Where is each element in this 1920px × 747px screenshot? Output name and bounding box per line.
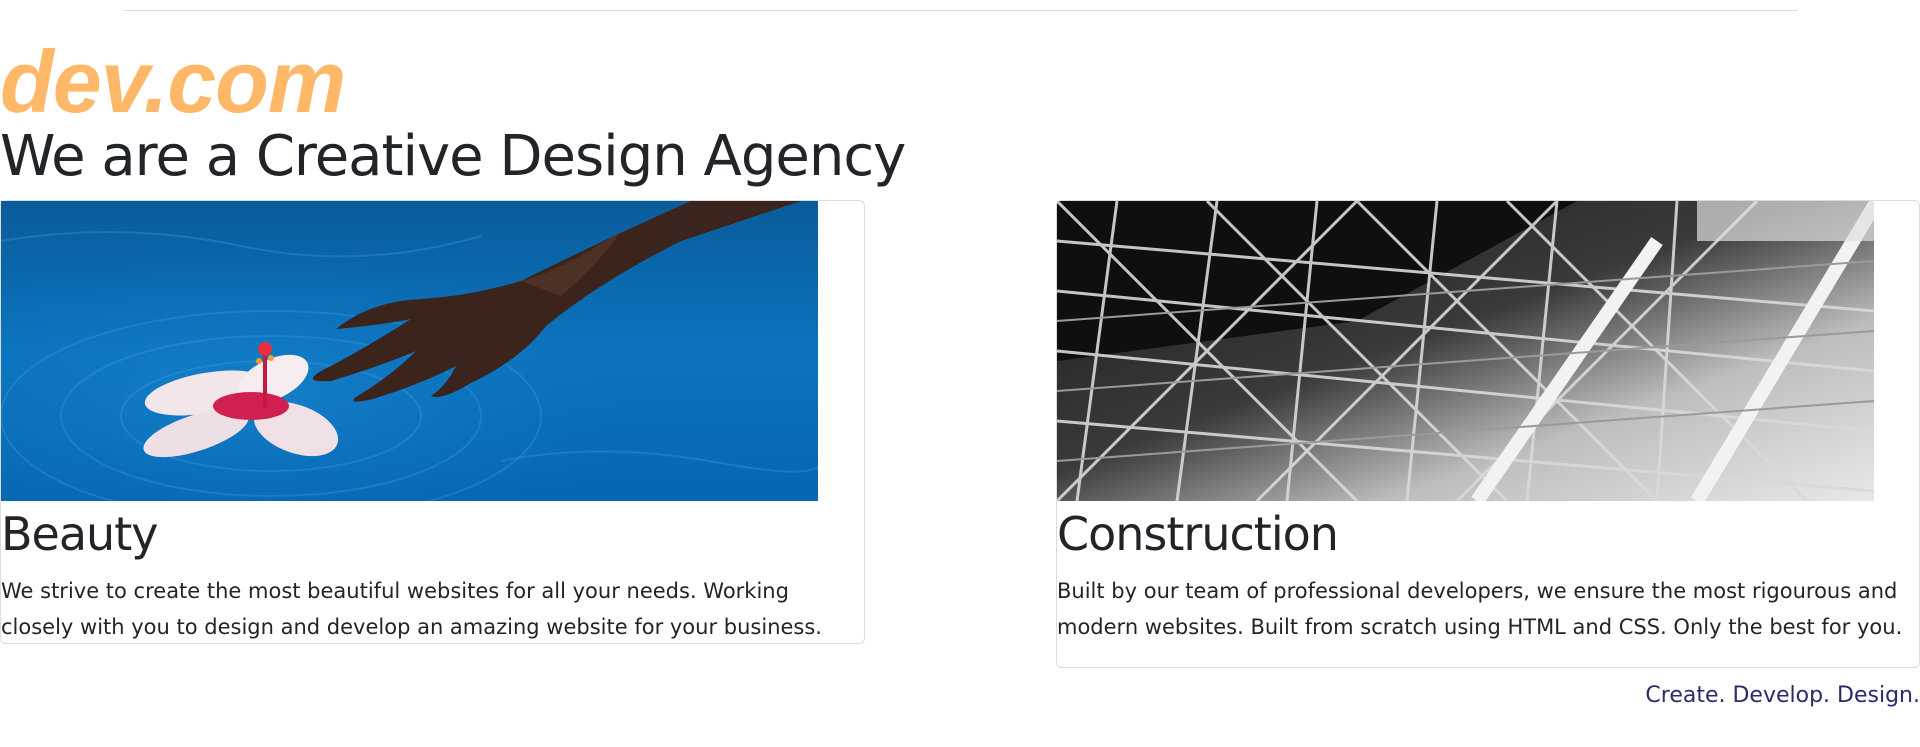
card-title: Construction (1057, 507, 1339, 561)
top-divider (123, 10, 1798, 11)
page: dev.com We are a Creative Design Agency (0, 0, 1920, 747)
footer-tagline: Create. Develop. Design. (1645, 683, 1920, 708)
card-construction: Construction Built by our team of profes… (1056, 200, 1920, 668)
card-text: Built by our team of professional develo… (1057, 579, 1903, 639)
brand-logo[interactable]: dev.com (0, 32, 346, 132)
card-title: Beauty (1, 507, 158, 561)
construction-image (1057, 201, 1874, 501)
card-beauty: Beauty We strive to create the most beau… (0, 200, 865, 644)
page-heading: We are a Creative Design Agency (0, 124, 906, 189)
beauty-image (1, 201, 818, 501)
card-text: We strive to create the most beautiful w… (1, 579, 822, 639)
